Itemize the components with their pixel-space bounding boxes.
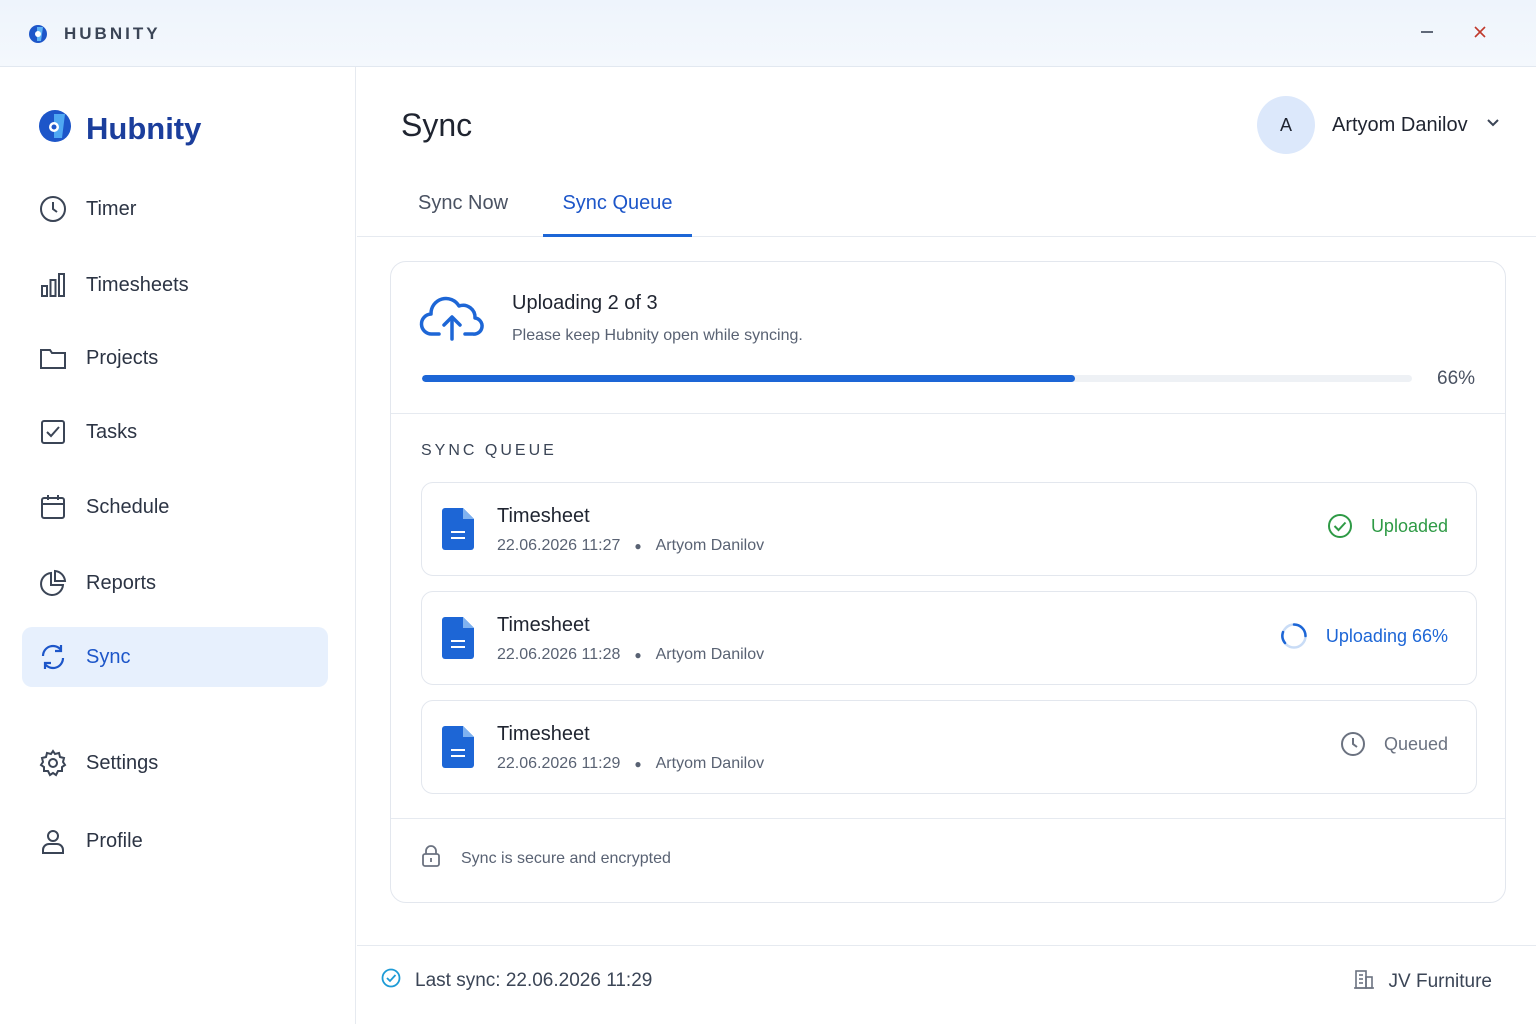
separator-dot: ●	[634, 539, 642, 553]
tab-bar: Sync Now Sync Queue	[357, 180, 1536, 237]
brand-name: Hubnity	[86, 110, 202, 146]
queue-heading: SYNC QUEUE	[421, 442, 557, 459]
hubnity-logo-icon	[28, 24, 48, 44]
sidebar-item-timer[interactable]: Timer	[22, 179, 328, 239]
divider	[391, 818, 1505, 819]
user-menu[interactable]: A Artyom Danilov	[1257, 96, 1500, 154]
separator-dot: ●	[634, 648, 642, 662]
sidebar-item-timesheets[interactable]: Timesheets	[22, 255, 328, 315]
avatar: A	[1257, 96, 1315, 154]
app-title: HUBNITY	[64, 24, 161, 43]
sidebar-item-label: Timesheets	[86, 273, 189, 296]
check-circle-icon	[1327, 513, 1353, 539]
lock-icon	[421, 845, 441, 872]
upload-subtitle: Please keep Hubnity open while syncing.	[512, 327, 803, 344]
queue-item-meta: 22.06.2026 11:29 ● Artyom Danilov	[497, 755, 764, 773]
checkbox-icon	[38, 417, 68, 447]
sync-card: Uploading 2 of 3 Please keep Hubnity ope…	[390, 261, 1506, 903]
bar-chart-icon	[38, 270, 68, 300]
page-title: Sync	[401, 107, 473, 143]
queue-item[interactable]: Timesheet 22.06.2026 11:27 ● Artyom Dani…	[421, 482, 1477, 576]
sidebar-item-label: Projects	[86, 346, 159, 369]
divider	[391, 413, 1505, 414]
sidebar-item-tasks[interactable]: Tasks	[22, 402, 328, 462]
sidebar-item-label: Tasks	[86, 420, 138, 443]
clock-icon	[38, 194, 68, 224]
sidebar-item-schedule[interactable]: Schedule	[22, 477, 328, 537]
sidebar: Hubnity Timer Timesheets Projects Tasks …	[0, 67, 356, 1024]
document-icon	[442, 617, 474, 664]
sidebar-item-label: Reports	[86, 571, 157, 594]
minimize-icon	[1420, 25, 1434, 44]
sidebar-item-settings[interactable]: Settings	[22, 733, 328, 793]
queue-item-title: Timesheet	[497, 723, 590, 745]
clock-icon	[1340, 731, 1366, 757]
last-sync-text: Last sync: 22.06.2026 11:29	[415, 969, 653, 991]
folder-icon	[38, 343, 68, 373]
queue-item-author: Artyom Danilov	[655, 646, 765, 663]
sidebar-item-label: Schedule	[86, 495, 170, 518]
status-badge: Queued	[1340, 731, 1448, 757]
pie-chart-icon	[38, 568, 68, 598]
sidebar-item-sync[interactable]: Sync	[22, 627, 328, 687]
gear-icon	[38, 748, 68, 778]
status-label: Uploaded	[1370, 515, 1448, 536]
sidebar-item-label: Profile	[86, 829, 143, 852]
company-name: JV Furniture	[1388, 970, 1492, 992]
queue-item-title: Timesheet	[497, 505, 590, 527]
last-sync: Last sync: 22.06.2026 11:29	[381, 968, 652, 993]
close-icon	[1473, 25, 1487, 44]
user-icon	[38, 826, 68, 856]
hubnity-logo-icon	[38, 109, 72, 148]
queue-item-datetime: 22.06.2026 11:27	[497, 537, 621, 554]
progress-percent: 66%	[1437, 368, 1476, 389]
check-circle-icon	[381, 968, 401, 993]
sidebar-item-label: Settings	[86, 751, 159, 774]
secure-text: Sync is secure and encrypted	[461, 849, 671, 867]
title-bar: HUBNITY	[0, 0, 1536, 67]
separator-dot: ●	[634, 757, 642, 771]
status-badge: Uploaded	[1327, 513, 1448, 539]
close-button[interactable]	[1464, 18, 1496, 50]
progress-bar	[422, 375, 1412, 382]
company[interactable]: JV Furniture	[1353, 968, 1492, 995]
queue-item[interactable]: Timesheet 22.06.2026 11:28 ● Artyom Dani…	[421, 591, 1477, 685]
main-content: Sync A Artyom Danilov Sync Now Sync Queu…	[357, 67, 1536, 1024]
sidebar-item-reports[interactable]: Reports	[22, 553, 328, 613]
status-badge: Uploading 66%	[1280, 622, 1448, 650]
queue-item-meta: 22.06.2026 11:28 ● Artyom Danilov	[497, 646, 764, 664]
chevron-down-icon	[1486, 116, 1500, 135]
minimize-button[interactable]	[1411, 18, 1443, 50]
upload-title: Uploading 2 of 3	[512, 292, 658, 314]
building-icon	[1353, 968, 1375, 995]
document-icon	[442, 508, 474, 555]
user-name: Artyom Danilov	[1332, 113, 1468, 136]
sidebar-item-label: Timer	[86, 197, 137, 220]
sync-icon	[38, 642, 68, 672]
status-bar: Last sync: 22.06.2026 11:29 JV Furniture	[357, 945, 1536, 1024]
cloud-upload-icon	[419, 292, 485, 347]
tab-sync-queue[interactable]: Sync Queue	[543, 192, 692, 237]
sidebar-item-projects[interactable]: Projects	[22, 328, 328, 388]
queue-item-datetime: 22.06.2026 11:29	[497, 755, 621, 772]
document-icon	[442, 726, 474, 773]
queue-item[interactable]: Timesheet 22.06.2026 11:29 ● Artyom Dani…	[421, 700, 1477, 794]
status-label: Queued	[1383, 733, 1448, 754]
brand: Hubnity	[38, 109, 201, 148]
queue-item-meta: 22.06.2026 11:27 ● Artyom Danilov	[497, 537, 764, 555]
sidebar-item-profile[interactable]: Profile	[22, 811, 328, 871]
progress-fill	[422, 375, 1076, 382]
queue-item-author: Artyom Danilov	[655, 537, 765, 554]
status-label: Uploading 66%	[1325, 625, 1448, 646]
spinner-icon	[1280, 622, 1308, 650]
queue-item-title: Timesheet	[497, 614, 590, 636]
secure-note: Sync is secure and encrypted	[421, 845, 671, 872]
sidebar-item-label: Sync	[86, 645, 131, 668]
queue-item-author: Artyom Danilov	[655, 755, 765, 772]
calendar-icon	[38, 492, 68, 522]
tab-sync-now[interactable]: Sync Now	[401, 192, 525, 237]
queue-item-datetime: 22.06.2026 11:28	[497, 646, 621, 663]
